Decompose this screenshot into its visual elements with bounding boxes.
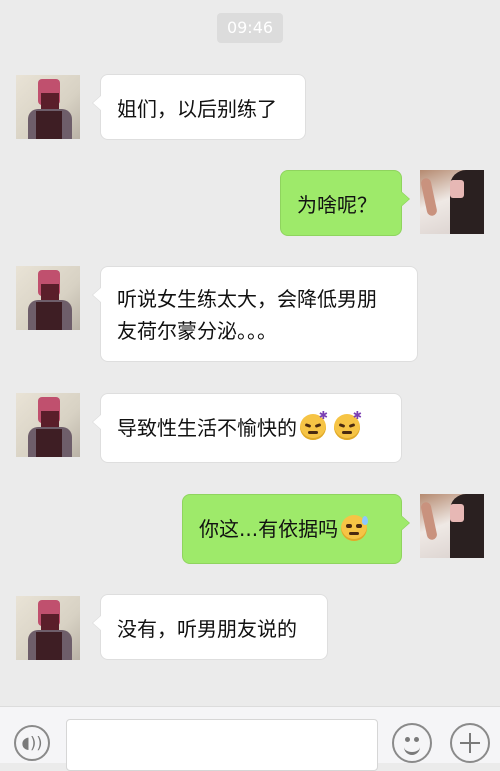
message-bubble-received[interactable]: 姐们，以后别练了 xyxy=(92,74,306,140)
message-input[interactable] xyxy=(66,719,378,771)
my-avatar[interactable] xyxy=(420,494,484,558)
message-bubble-received[interactable]: 听说女生练太大，会降低男朋 友荷尔蒙分泌。。。 xyxy=(92,266,418,362)
contact-avatar[interactable] xyxy=(16,266,80,330)
angry-face-icon: ✱ xyxy=(300,410,328,440)
sweat-face-icon xyxy=(341,515,369,541)
my-avatar[interactable] xyxy=(420,170,484,234)
message-bubble-sent[interactable]: 你这...有依据吗 xyxy=(182,494,410,564)
plus-icon[interactable] xyxy=(450,723,490,763)
message-bubble-sent[interactable]: 为啥呢？ xyxy=(280,170,410,236)
angry-face-icon: ✱ xyxy=(334,410,362,440)
emoji-icon[interactable] xyxy=(392,723,432,763)
message-text: 没有，听男朋友说的 xyxy=(117,617,297,641)
message-text-line-1: 听说女生练太大，会降低男朋 xyxy=(117,287,377,311)
contact-avatar[interactable] xyxy=(16,393,80,457)
message-text: 姐们，以后别练了 xyxy=(117,97,277,121)
timestamp: 09:46 xyxy=(217,13,283,43)
message-text-line-2: 友荷尔蒙分泌。。。 xyxy=(117,319,277,343)
message-text: 导致性生活不愉快的 xyxy=(117,416,297,440)
message-bubble-received[interactable]: 没有，听男朋友说的 xyxy=(92,594,328,660)
message-text: 为啥呢？ xyxy=(297,193,377,217)
voice-icon[interactable]: ◖)) xyxy=(14,725,50,761)
message-bubble-received[interactable]: 导致性生活不愉快的 ✱ ✱ xyxy=(92,393,402,463)
message-text: 你这...有依据吗 xyxy=(199,517,339,541)
contact-avatar[interactable] xyxy=(16,75,80,139)
contact-avatar[interactable] xyxy=(16,596,80,660)
chat-input-bar: ◖)) xyxy=(0,706,500,771)
